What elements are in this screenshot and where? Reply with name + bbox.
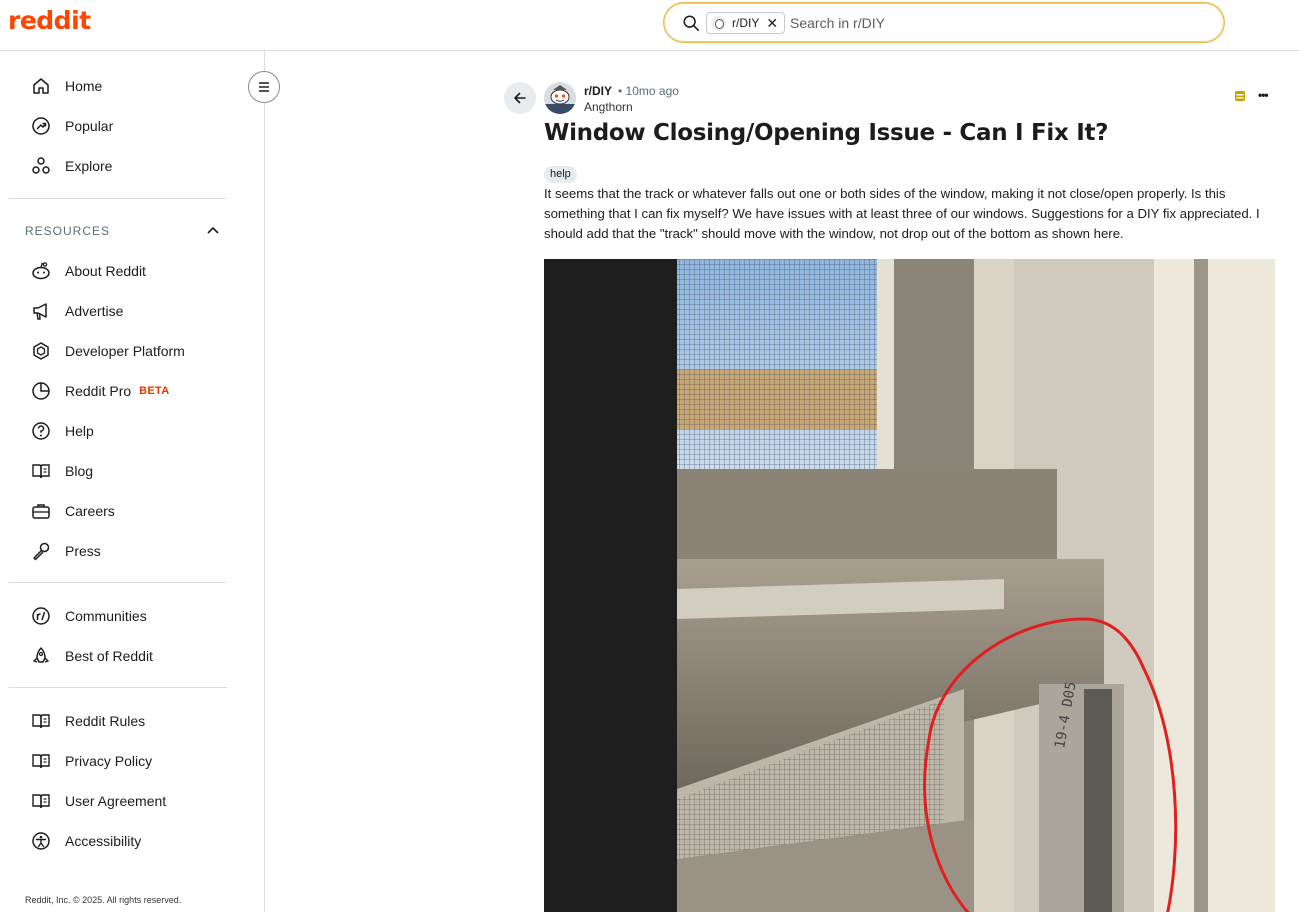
rules-book-icon — [32, 714, 50, 729]
sidebar-item-label: Explore — [65, 158, 113, 174]
post-title: Window Closing/Opening Issue - Can I Fix… — [544, 120, 1109, 146]
search-icon — [683, 15, 700, 32]
menu-icon — [259, 82, 269, 92]
sidebar-item-home[interactable]: Home — [9, 66, 227, 106]
sidebar-item-advertise[interactable]: Advertise — [9, 291, 227, 331]
chevron-up-icon — [207, 226, 219, 234]
sidebar-item-developer-platform[interactable]: Developer Platform — [9, 331, 227, 371]
sidebar-item-label: Privacy Policy — [65, 753, 153, 769]
briefcase-icon — [32, 504, 50, 519]
subreddit-avatar-icon — [544, 82, 576, 114]
sidebar-item-press[interactable]: Press — [9, 531, 227, 571]
sidebar-item-blog[interactable]: Blog — [9, 451, 227, 491]
reddit-alien-icon — [32, 262, 50, 280]
subreddit-avatar[interactable] — [544, 82, 576, 114]
sidebar-item-privacy-policy[interactable]: Privacy Policy — [9, 741, 227, 781]
time-ago: 10mo ago — [625, 84, 679, 98]
sidebar-item-label: User Agreement — [65, 793, 167, 809]
reddit-logo[interactable]: reddit — [8, 6, 91, 35]
sidebar-item-label: Press — [65, 543, 101, 559]
join-badge-button[interactable] — [1233, 89, 1247, 108]
subreddit-chip-label: r/DIY — [732, 16, 760, 30]
agreement-book-icon — [32, 794, 50, 809]
beta-badge: BETA — [139, 385, 170, 397]
cube-icon — [33, 342, 49, 360]
help-icon — [32, 422, 50, 440]
post-flair[interactable]: help — [544, 166, 577, 183]
privacy-book-icon — [32, 754, 50, 769]
sidebar-item-user-agreement[interactable]: User Agreement — [9, 781, 227, 821]
sidebar-item-label: Home — [65, 78, 103, 94]
more-options-button[interactable]: ••• — [1258, 88, 1269, 102]
accessibility-icon — [32, 832, 50, 850]
pie-chart-icon — [32, 382, 50, 400]
top-header: reddit r/DIY ✕ — [0, 0, 1299, 51]
post-body: It seems that the track or whatever fall… — [544, 186, 1260, 241]
sidebar-divider — [9, 198, 227, 199]
home-icon — [33, 78, 49, 94]
sidebar-item-accessibility[interactable]: Accessibility — [9, 821, 227, 861]
window-photo-image: 19-4 D05 — [544, 259, 1275, 912]
sidebar-item-label: About Reddit — [65, 263, 146, 279]
left-sidebar: Home Popular Explore RESOURCES About Red… — [0, 51, 265, 912]
copyright-footer: Reddit, Inc. © 2025. All rights reserved… — [25, 895, 182, 905]
post-time: • 10mo ago — [618, 84, 679, 98]
sidebar-item-label: Careers — [65, 503, 115, 519]
resources-section-toggle[interactable]: RESOURCES — [25, 224, 220, 238]
sidebar-item-label: Help — [65, 423, 94, 439]
sidebar-item-label: Best of Reddit — [65, 648, 153, 664]
author-link[interactable]: Angthorn — [584, 100, 633, 114]
rocket-icon — [32, 647, 50, 663]
megaphone-icon — [33, 303, 47, 320]
sidebar-item-label: Advertise — [65, 303, 124, 319]
sidebar-item-label: Accessibility — [65, 833, 142, 849]
sidebar-item-about-reddit[interactable]: About Reddit — [9, 251, 227, 291]
trophy-icon — [1235, 91, 1245, 101]
search-bar[interactable]: r/DIY ✕ — [663, 2, 1225, 43]
sidebar-item-label: Blog — [65, 463, 94, 479]
sidebar-item-reddit-pro[interactable]: Reddit Pro BETA — [9, 371, 227, 411]
close-icon[interactable]: ✕ — [766, 16, 778, 30]
sidebar-item-label: Reddit Pro — [65, 383, 132, 399]
sidebar-item-label: Popular — [65, 118, 114, 134]
sidebar-item-help[interactable]: Help — [9, 411, 227, 451]
sidebar-divider — [9, 687, 227, 688]
sidebar-item-label: Developer Platform — [65, 343, 185, 359]
sidebar-item-best-of-reddit[interactable]: Best of Reddit — [9, 636, 227, 676]
post-image[interactable]: 19-4 D05 — [544, 259, 1275, 912]
popular-icon — [32, 117, 50, 135]
arrow-left-icon — [514, 92, 526, 104]
sidebar-item-careers[interactable]: Careers — [9, 491, 227, 531]
communities-icon — [32, 607, 50, 625]
sidebar-item-label: Reddit Rules — [65, 713, 146, 729]
explore-icon — [32, 157, 50, 174]
collapse-sidebar-button[interactable] — [248, 71, 280, 103]
resources-heading: RESOURCES — [25, 224, 111, 238]
subreddit-filter-chip: r/DIY ✕ — [706, 12, 786, 34]
sidebar-item-label: Communities — [65, 608, 147, 624]
microphone-icon — [33, 542, 50, 561]
sidebar-item-popular[interactable]: Popular — [9, 106, 227, 146]
sidebar-divider — [9, 582, 227, 583]
search-input[interactable] — [790, 13, 1190, 33]
meta-separator: • — [618, 84, 623, 98]
subreddit-avatar-icon — [711, 15, 726, 31]
sidebar-item-explore[interactable]: Explore — [9, 146, 227, 186]
book-icon — [32, 464, 50, 479]
subreddit-link[interactable]: r/DIY — [584, 84, 612, 98]
sidebar-item-communities[interactable]: Communities — [9, 596, 227, 636]
sidebar-item-reddit-rules[interactable]: Reddit Rules — [9, 701, 227, 741]
back-button[interactable] — [504, 82, 536, 114]
